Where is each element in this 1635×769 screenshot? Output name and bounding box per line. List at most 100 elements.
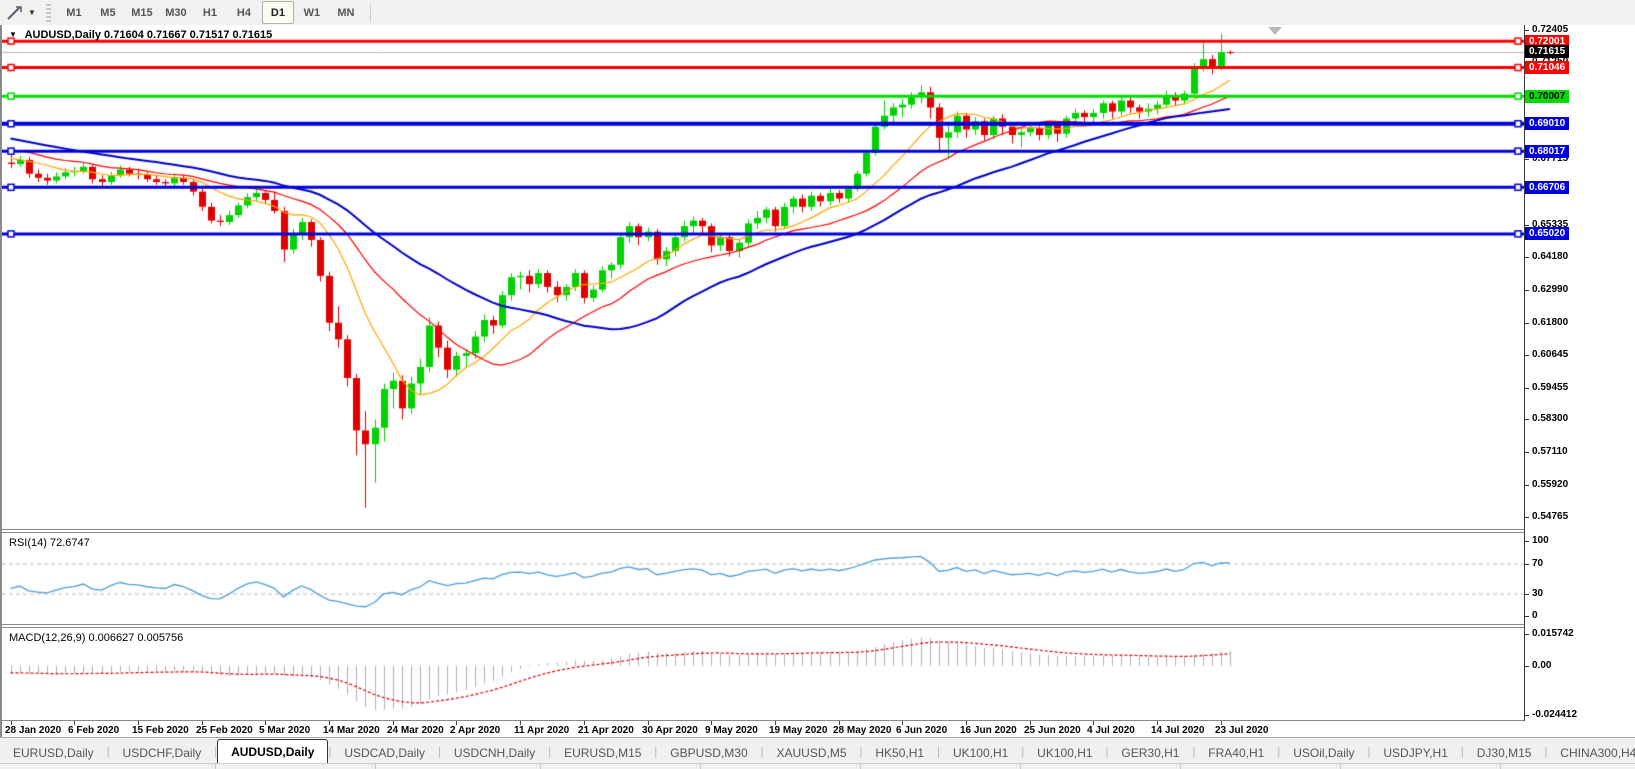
symbol-tab-DJ30-M15[interactable]: DJ30,M15 — [1464, 742, 1545, 764]
macd-tick-label: 0.00 — [1532, 660, 1551, 671]
strip-divider — [860, 764, 861, 769]
date-tick-label: 9 May 2020 — [705, 725, 758, 736]
macd-tick-label: -0.024412 — [1532, 709, 1577, 720]
timeframe-button-H1[interactable]: H1 — [194, 1, 226, 24]
hline-price-label: 0.66706 — [1525, 181, 1569, 194]
date-tick-label: 28 Jan 2020 — [5, 725, 61, 736]
date-tick-label: 28 May 2020 — [833, 725, 891, 736]
timeframe-button-M5[interactable]: M5 — [92, 1, 124, 24]
timeframe-button-M30[interactable]: M30 — [160, 1, 192, 24]
price-tick-label: 0.57110 — [1532, 446, 1568, 457]
price-tick — [1524, 485, 1529, 486]
price-tick-label: 0.64180 — [1532, 251, 1568, 262]
price-tick — [1524, 30, 1529, 31]
tool-dropdown-icon[interactable]: ▼ — [28, 8, 36, 17]
macd-tick — [1524, 666, 1529, 667]
symbol-tab-HK50-H1[interactable]: HK50,H1 — [862, 742, 937, 764]
timeframe-buttons: M1M5M15M30H1H4D1W1MN — [57, 1, 363, 24]
rsi-tick-label: 100 — [1532, 535, 1549, 546]
price-tick — [1524, 159, 1529, 160]
date-tick-label: 21 Apr 2020 — [578, 725, 634, 736]
timeframe-button-M1[interactable]: M1 — [58, 1, 90, 24]
macd-tick-label: 0.015742 — [1532, 628, 1574, 639]
strip-divider — [700, 764, 701, 769]
symbol-tab-EURUSD-M15[interactable]: EURUSD,M15 — [551, 742, 654, 764]
price-tick — [1524, 388, 1529, 389]
price-tick-label: 0.60645 — [1532, 349, 1568, 360]
symbol-tab-USDJPY-H1[interactable]: USDJPY,H1 — [1370, 742, 1460, 764]
hline-price-label: 0.65020 — [1525, 227, 1569, 240]
price-tick-label: 0.62990 — [1532, 284, 1568, 295]
date-tick-label: 4 Jul 2020 — [1087, 725, 1135, 736]
price-tick — [1524, 452, 1529, 453]
symbol-tab-UK100-H1[interactable]: UK100,H1 — [1024, 742, 1105, 764]
symbol-tab-GER30-H1[interactable]: GER30,H1 — [1108, 742, 1192, 764]
date-axis[interactable]: 28 Jan 20206 Feb 202015 Feb 202025 Feb 2… — [2, 721, 1524, 737]
date-tick-label: 24 Mar 2020 — [387, 725, 444, 736]
main-chart-canvas[interactable] — [2, 25, 1524, 533]
rsi-tick — [1524, 594, 1529, 595]
timeframe-toolbar: ▼ M1M5M15M30H1H4D1W1MN — [0, 0, 1635, 26]
date-tick-label: 19 May 2020 — [769, 725, 827, 736]
price-tick-label: 0.59455 — [1532, 382, 1568, 393]
current-price-label: 0.71615 — [1525, 45, 1569, 58]
symbol-tab-USOil-Daily[interactable]: USOil,Daily — [1280, 742, 1367, 764]
symbol-tab-USDCAD-Daily[interactable]: USDCAD,Daily — [331, 742, 438, 764]
date-tick-label: 25 Jun 2020 — [1024, 725, 1081, 736]
symbol-tab-XAUUSD-M5[interactable]: XAUUSD,M5 — [764, 742, 860, 764]
mt4-terminal: ▼ M1M5M15M30H1H4D1W1MN ▼ AUDUSD,Daily 0.… — [0, 0, 1635, 769]
timeframe-button-MN[interactable]: MN — [330, 1, 362, 24]
date-tick-label: 25 Feb 2020 — [196, 725, 253, 736]
symbol-dropdown-icon[interactable]: ▼ — [9, 30, 17, 39]
strip-divider — [1500, 764, 1501, 769]
strip-divider — [215, 764, 216, 769]
price-tick — [1524, 517, 1529, 518]
price-tick — [1524, 323, 1529, 324]
strip-divider — [375, 764, 376, 769]
price-tick-label: 0.58300 — [1532, 413, 1568, 424]
macd-tick — [1524, 715, 1529, 716]
chart-ohlc-values: 0.71604 0.71667 0.71517 0.71615 — [104, 29, 272, 41]
rsi-tick — [1524, 564, 1529, 565]
chart-symbol-label: AUDUSD,Daily — [25, 29, 101, 41]
chart-window: ▼ AUDUSD,Daily 0.71604 0.71667 0.71517 0… — [0, 25, 1635, 737]
chart-shift-marker[interactable] — [1268, 27, 1282, 35]
toolbar-separator — [370, 4, 371, 22]
date-tick-label: 30 Apr 2020 — [642, 725, 698, 736]
price-tick-label: 0.55920 — [1532, 479, 1568, 490]
rsi-tick-label: 0 — [1532, 610, 1538, 621]
rsi-tick-label: 30 — [1532, 588, 1543, 599]
price-tick — [1524, 290, 1529, 291]
date-tick-label: 5 Mar 2020 — [259, 725, 310, 736]
symbol-tab-AUDUSD-Daily[interactable]: AUDUSD,Daily — [217, 739, 328, 764]
timeframe-button-W1[interactable]: W1 — [296, 1, 328, 24]
hline-price-label: 0.71046 — [1525, 61, 1569, 74]
symbol-tab-CHINA300-H4[interactable]: CHINA300,H4 — [1547, 742, 1635, 764]
timeframe-button-H4[interactable]: H4 — [228, 1, 260, 24]
date-tick-label: 2 Apr 2020 — [450, 725, 500, 736]
symbol-tab-GBPUSD-M30[interactable]: GBPUSD,M30 — [657, 742, 760, 764]
hline-price-label: 0.70007 — [1525, 90, 1569, 103]
strip-divider — [540, 764, 541, 769]
symbol-tab-EURUSD-Daily[interactable]: EURUSD,Daily — [0, 742, 107, 764]
line-tool-icon[interactable] — [2, 3, 28, 23]
date-tick-label: 15 Feb 2020 — [132, 725, 189, 736]
window-bottom-strip — [0, 763, 1635, 769]
timeframe-button-D1[interactable]: D1 — [262, 1, 294, 24]
symbol-tab-USDCNH-Daily[interactable]: USDCNH,Daily — [441, 742, 548, 764]
symbol-tab-USDCHF-Daily[interactable]: USDCHF,Daily — [110, 742, 215, 764]
rsi-tick-label: 70 — [1532, 558, 1543, 569]
hline-price-label: 0.69010 — [1525, 117, 1569, 130]
price-tick — [1524, 419, 1529, 420]
price-tick-label: 0.54765 — [1532, 511, 1568, 522]
date-tick-label: 11 Apr 2020 — [514, 725, 569, 736]
strip-divider — [1340, 764, 1341, 769]
symbol-tab-UK100-H1[interactable]: UK100,H1 — [940, 742, 1021, 764]
symbol-tab-FRA40-H1[interactable]: FRA40,H1 — [1195, 742, 1277, 764]
date-tick-label: 6 Jun 2020 — [896, 725, 947, 736]
timeframe-button-M15[interactable]: M15 — [126, 1, 158, 24]
strip-divider — [1180, 764, 1181, 769]
rsi-canvas[interactable] — [2, 533, 1524, 626]
macd-canvas[interactable] — [2, 628, 1524, 721]
rsi-tick — [1524, 541, 1529, 542]
